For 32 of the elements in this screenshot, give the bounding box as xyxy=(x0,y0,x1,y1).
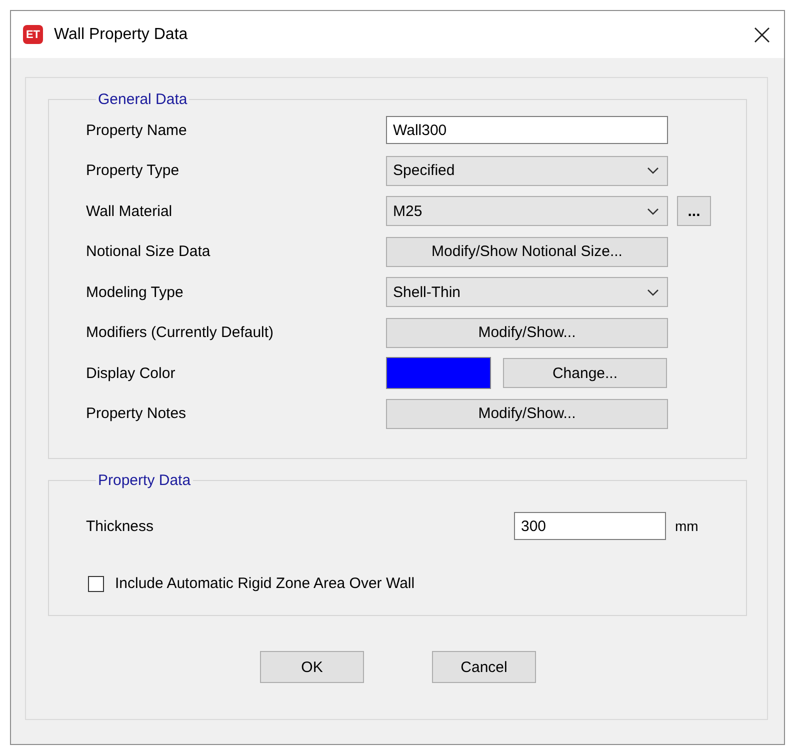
field-label: Property Notes xyxy=(86,405,188,422)
field-label: Notional Size Data xyxy=(86,243,212,260)
close-icon[interactable] xyxy=(754,26,770,42)
change-button[interactable]: Change... xyxy=(503,358,667,388)
app-icon: ET xyxy=(23,25,43,44)
dialog-button[interactable]: OK xyxy=(260,651,364,683)
dropdown[interactable]: Specified xyxy=(386,156,668,186)
unit-label: mm xyxy=(675,518,698,534)
field-label: Wall Material xyxy=(86,202,174,220)
checkbox-label: Include Automatic Rigid Zone Area Over Wall xyxy=(115,575,415,592)
checkbox[interactable] xyxy=(88,576,104,592)
thickness-field[interactable]: 300 xyxy=(514,512,666,540)
field-label: Modifiers (Currently Default) xyxy=(86,324,275,341)
dropdown[interactable]: Shell-Thin xyxy=(386,277,668,307)
field-label: Display Color xyxy=(86,364,176,382)
chevron-down-icon xyxy=(647,208,659,214)
dropdown[interactable]: M25 xyxy=(386,196,668,226)
input-field[interactable]: Wall300 xyxy=(386,116,668,144)
field-label: Thickness xyxy=(86,518,155,534)
field-label: Property Type xyxy=(86,162,180,179)
modify-button[interactable]: Modify/Show... xyxy=(386,318,668,348)
field-label: Modeling Type xyxy=(86,284,184,300)
window-title: Wall Property Data xyxy=(54,26,189,44)
chevron-down-icon xyxy=(647,167,659,174)
browse-button[interactable]: ... xyxy=(677,196,711,226)
field-label: Property Name xyxy=(86,122,188,138)
chevron-down-icon xyxy=(647,288,659,296)
group-title: Property Data xyxy=(97,472,192,489)
group-title: General Data xyxy=(97,91,188,108)
dialog-button[interactable]: Cancel xyxy=(432,651,536,683)
modify-button[interactable]: Modify/Show Notional Size... xyxy=(386,236,668,266)
modify-button[interactable]: Modify/Show... xyxy=(386,398,668,428)
